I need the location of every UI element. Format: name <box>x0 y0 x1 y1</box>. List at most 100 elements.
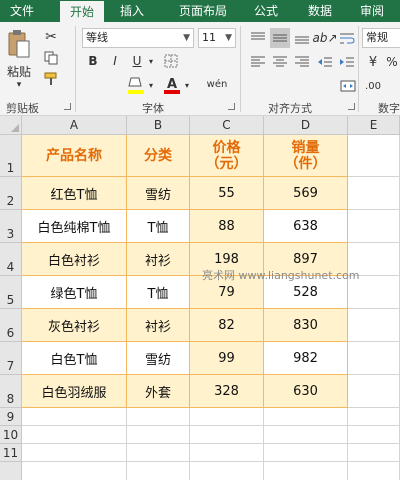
table-cell[interactable]: 638 <box>264 210 348 243</box>
align-right-icon[interactable] <box>292 52 312 72</box>
underline-button[interactable]: U <box>128 52 146 70</box>
row-header-6[interactable]: 6 <box>0 309 22 342</box>
table-cell[interactable]: 982 <box>264 342 348 375</box>
table-cell[interactable]: 衬衫 <box>127 309 190 342</box>
paste-dropdown-icon[interactable]: ▾ <box>6 80 32 90</box>
table-cell[interactable]: 雪纺 <box>127 342 190 375</box>
table-cell[interactable]: 白色羽绒服 <box>22 375 127 408</box>
tab-data[interactable]: 数据 <box>298 0 342 22</box>
column-header-d[interactable]: D <box>264 116 348 135</box>
empty-cell[interactable] <box>190 408 264 426</box>
empty-cell[interactable] <box>127 426 190 444</box>
row-header-1[interactable]: 1 <box>0 135 22 177</box>
format-painter-icon[interactable] <box>42 70 60 88</box>
table-cell[interactable]: 830 <box>264 309 348 342</box>
table-cell[interactable]: T恤 <box>127 210 190 243</box>
align-bottom-icon[interactable] <box>292 28 312 48</box>
worksheet-grid[interactable]: A B C D E 1 2 3 4 5 6 7 8 9 10 11 产品名称 分… <box>0 116 400 480</box>
empty-cell[interactable] <box>264 444 348 462</box>
bold-button[interactable]: B <box>84 52 102 70</box>
empty-cell[interactable] <box>264 462 348 480</box>
empty-cell[interactable] <box>22 408 127 426</box>
fill-color-icon[interactable] <box>126 74 146 96</box>
paste-button[interactable] <box>6 28 32 62</box>
number-format-select[interactable]: 常规 <box>362 28 400 48</box>
border-icon[interactable] <box>162 52 180 70</box>
row-header-7[interactable]: 7 <box>0 342 22 375</box>
select-all-corner[interactable] <box>0 116 22 135</box>
table-cell[interactable]: 白色衬衫 <box>22 243 127 276</box>
empty-cell[interactable] <box>22 462 127 480</box>
table-cell[interactable]: 88 <box>190 210 264 243</box>
font-name-select[interactable]: 等线 ▼ <box>82 28 194 48</box>
pinyin-guide-button[interactable]: wén <box>204 72 230 98</box>
empty-cell[interactable] <box>127 444 190 462</box>
row-header-11[interactable]: 11 <box>0 444 22 462</box>
empty-cell[interactable] <box>127 408 190 426</box>
empty-cell[interactable] <box>348 462 400 480</box>
wrap-text-icon[interactable] <box>338 28 356 48</box>
row-header-3[interactable]: 3 <box>0 210 22 243</box>
row-header-12[interactable] <box>0 462 22 480</box>
empty-cell[interactable] <box>190 426 264 444</box>
row-header-2[interactable]: 2 <box>0 177 22 210</box>
chevron-down-icon[interactable]: ▾ <box>146 78 156 92</box>
table-cell[interactable]: 衬衫 <box>127 243 190 276</box>
tab-formulas[interactable]: 公式 <box>244 0 288 22</box>
table-cell[interactable]: 灰色衬衫 <box>22 309 127 342</box>
tab-file[interactable]: 文件 <box>0 0 44 22</box>
chevron-down-icon[interactable]: ▾ <box>182 78 192 92</box>
header-cell-category[interactable]: 分类 <box>127 135 190 177</box>
percent-icon[interactable]: % <box>384 52 400 72</box>
font-launcher-icon[interactable] <box>228 103 235 110</box>
column-header-c[interactable]: C <box>190 116 264 135</box>
align-middle-icon[interactable] <box>270 28 290 48</box>
cut-icon[interactable]: ✂ <box>42 28 60 46</box>
row-header-4[interactable]: 4 <box>0 243 22 276</box>
row-header-8[interactable]: 8 <box>0 375 22 408</box>
empty-cell[interactable] <box>348 375 400 408</box>
empty-cell[interactable] <box>22 444 127 462</box>
empty-cell[interactable] <box>348 177 400 210</box>
table-cell[interactable]: 569 <box>264 177 348 210</box>
font-color-icon[interactable]: A <box>162 74 182 96</box>
table-cell[interactable]: 99 <box>190 342 264 375</box>
table-cell[interactable]: 55 <box>190 177 264 210</box>
empty-cell[interactable] <box>348 426 400 444</box>
table-cell[interactable]: 328 <box>190 375 264 408</box>
empty-cell[interactable] <box>348 342 400 375</box>
alignment-launcher-icon[interactable] <box>348 103 355 110</box>
font-size-select[interactable]: 11 ▼ <box>198 28 236 48</box>
empty-cell[interactable] <box>264 408 348 426</box>
column-header-e[interactable]: E <box>348 116 400 135</box>
tab-page-layout[interactable]: 页面布局 <box>170 0 236 22</box>
currency-icon[interactable]: ¥ <box>364 52 382 72</box>
empty-cell[interactable] <box>127 462 190 480</box>
empty-cell[interactable] <box>348 210 400 243</box>
empty-cell[interactable] <box>348 135 400 177</box>
tab-review[interactable]: 审阅 <box>350 0 394 22</box>
table-cell[interactable]: 红色T恤 <box>22 177 127 210</box>
empty-cell[interactable] <box>190 462 264 480</box>
table-cell[interactable]: 外套 <box>127 375 190 408</box>
increase-indent-icon[interactable] <box>338 52 356 72</box>
merge-center-icon[interactable] <box>338 76 358 96</box>
header-cell-sales[interactable]: 销量 （件） <box>264 135 348 177</box>
paste-label[interactable]: 粘贴 <box>4 64 34 79</box>
empty-cell[interactable] <box>264 426 348 444</box>
table-cell[interactable]: 630 <box>264 375 348 408</box>
tab-insert[interactable]: 插入 <box>110 0 154 22</box>
empty-cell[interactable] <box>348 309 400 342</box>
table-cell[interactable]: 雪纺 <box>127 177 190 210</box>
column-header-b[interactable]: B <box>127 116 190 135</box>
tab-home[interactable]: 开始 <box>60 1 104 22</box>
row-header-9[interactable]: 9 <box>0 408 22 426</box>
copy-icon[interactable] <box>42 49 60 67</box>
empty-cell[interactable] <box>190 444 264 462</box>
increase-decimal-icon[interactable]: .00 <box>364 76 382 96</box>
header-cell-price[interactable]: 价格 （元） <box>190 135 264 177</box>
row-header-10[interactable]: 10 <box>0 426 22 444</box>
decrease-indent-icon[interactable] <box>316 52 334 72</box>
row-header-5[interactable]: 5 <box>0 276 22 309</box>
column-header-a[interactable]: A <box>22 116 127 135</box>
